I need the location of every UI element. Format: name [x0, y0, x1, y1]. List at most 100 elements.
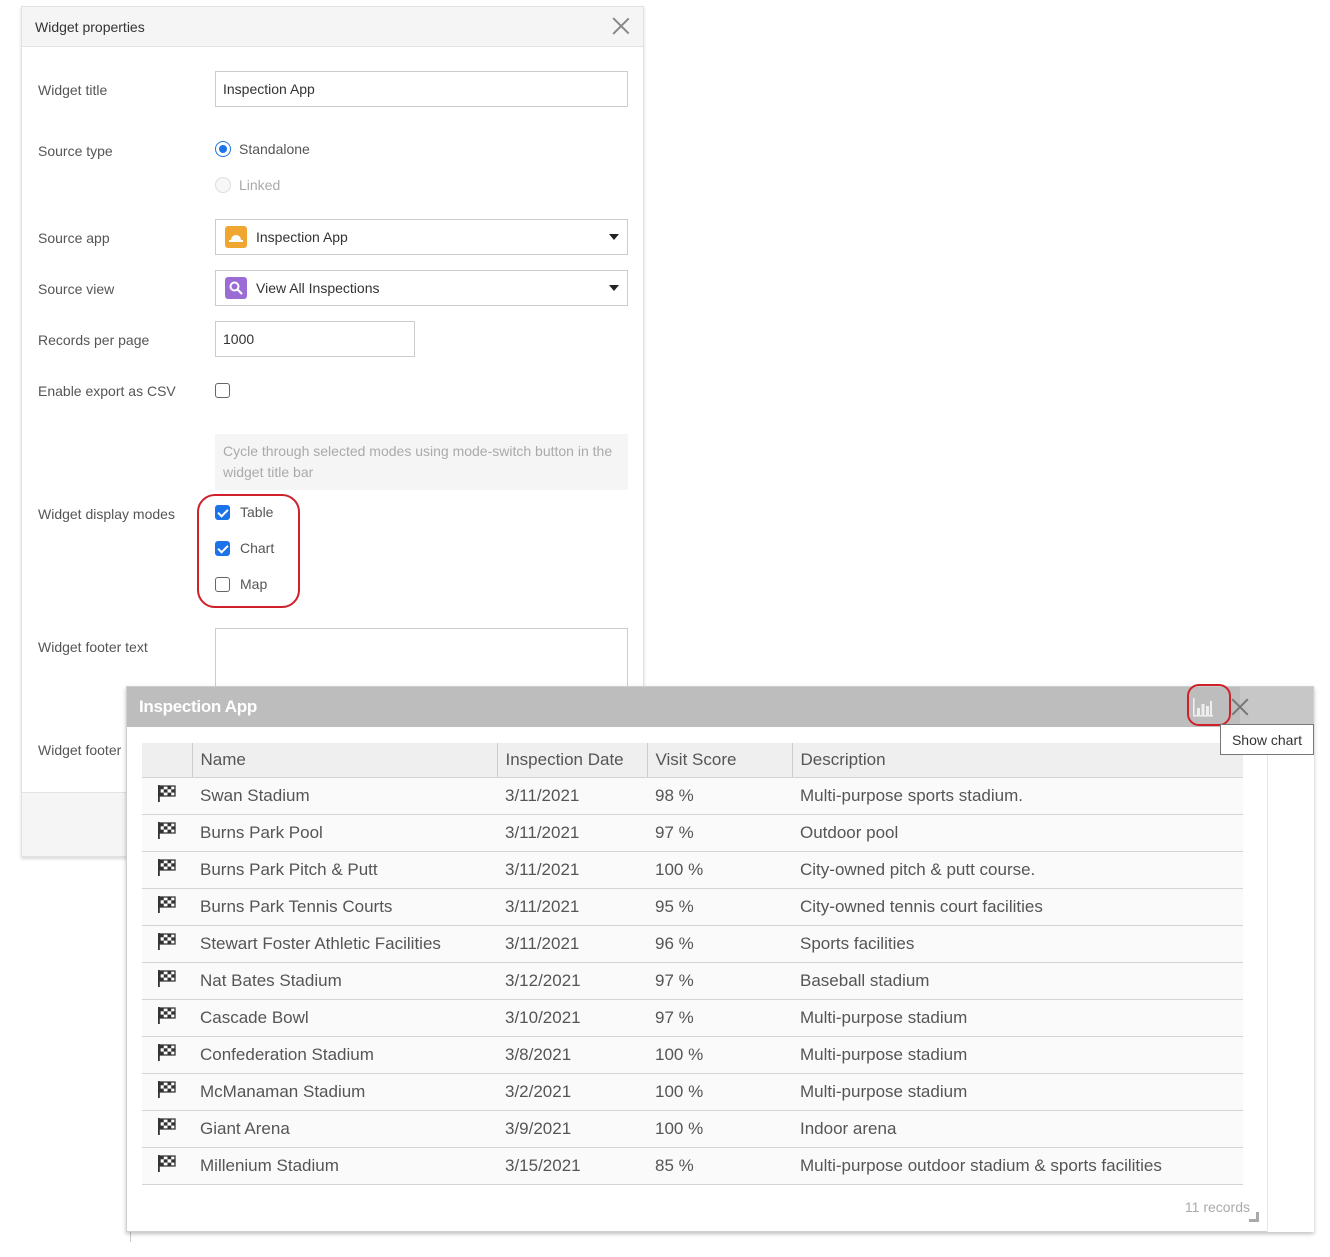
- cell-score: 97 %: [647, 962, 792, 1000]
- cell-name: Swan Stadium: [192, 777, 497, 815]
- widget-side-panel: [1267, 727, 1314, 1232]
- cell-score: 97 %: [647, 814, 792, 852]
- footer-link-label: Widget footer: [38, 742, 122, 758]
- dialog-header: Widget properties: [22, 7, 643, 47]
- cell-name: Burns Park Pool: [192, 814, 497, 852]
- cell-name: Burns Park Tennis Courts: [192, 888, 497, 926]
- table-header-row: Name Inspection Date Visit Score Descrip…: [142, 743, 1243, 778]
- cell-name: Confederation Stadium: [192, 1036, 497, 1074]
- cell-date: 3/2/2021: [497, 1073, 647, 1111]
- footer-text-label: Widget footer text: [38, 639, 148, 655]
- chevron-down-icon: [609, 234, 619, 240]
- table-row[interactable]: Burns Park Pool 3/11/2021 97 % Outdoor pool: [142, 814, 1243, 852]
- checkered-flag-icon[interactable]: [142, 814, 192, 852]
- radio-linked[interactable]: Linked: [215, 177, 280, 193]
- widget-title-bar: Inspection App: [127, 687, 1313, 727]
- cell-score: 95 %: [647, 888, 792, 926]
- inspection-table: Name Inspection Date Visit Score Descrip…: [142, 743, 1243, 1185]
- cell-description: Multi-purpose sports stadium.: [792, 777, 1243, 815]
- cell-date: 3/11/2021: [497, 851, 647, 889]
- close-icon[interactable]: [611, 16, 631, 36]
- cell-description: Outdoor pool: [792, 814, 1243, 852]
- dialog-title: Widget properties: [35, 18, 145, 35]
- column-header-score[interactable]: Visit Score: [647, 743, 793, 778]
- close-icon[interactable]: [1231, 698, 1249, 716]
- radio-indicator[interactable]: [215, 177, 231, 193]
- cell-date: 3/11/2021: [497, 888, 647, 926]
- checkered-flag-icon[interactable]: [142, 851, 192, 889]
- cell-score: 96 %: [647, 925, 792, 963]
- table-row[interactable]: Burns Park Tennis Courts 3/11/2021 95 % Cit…: [142, 888, 1243, 926]
- column-header-name[interactable]: Name: [192, 743, 498, 778]
- record-count: 11 records: [1184, 1199, 1250, 1215]
- cell-score: 100 %: [647, 1073, 792, 1111]
- widget-shadow: [130, 1232, 1312, 1242]
- table-row[interactable]: Swan Stadium 3/11/2021 98 % Multi-purpose s…: [142, 777, 1243, 815]
- cell-name: Stewart Foster Athletic Facilities: [192, 925, 497, 963]
- table-row[interactable]: Stewart Foster Athletic Facilities 3/11/2…: [142, 925, 1243, 963]
- source-view-select[interactable]: View All Inspections: [215, 270, 628, 306]
- cell-name: McManaman Stadium: [192, 1073, 497, 1111]
- highlight-annotation: [1187, 684, 1231, 726]
- checkbox-box[interactable]: [215, 383, 230, 398]
- checkered-flag-icon[interactable]: [142, 962, 192, 1000]
- enable-export-checkbox[interactable]: [215, 383, 240, 398]
- records-per-page-input[interactable]: 1000: [215, 321, 415, 357]
- cell-name: Millenium Stadium: [192, 1147, 497, 1185]
- table-row[interactable]: Giant Arena 3/9/2021 100 % Indoor arena: [142, 1110, 1243, 1148]
- checkered-flag-icon[interactable]: [142, 777, 192, 815]
- source-type-label: Source type: [38, 143, 113, 159]
- cell-description: Multi-purpose stadium: [792, 999, 1243, 1037]
- radio-standalone[interactable]: Standalone: [215, 141, 310, 157]
- cell-description: Multi-purpose stadium: [792, 1036, 1243, 1074]
- cell-date: 3/9/2021: [497, 1110, 647, 1148]
- source-view-label: Source view: [38, 281, 115, 297]
- search-icon: [225, 277, 247, 299]
- table-row[interactable]: Nat Bates Stadium 3/12/2021 97 % Baseball s…: [142, 962, 1243, 1000]
- column-header-description[interactable]: Description: [792, 743, 1243, 778]
- checkered-flag-icon[interactable]: [142, 1147, 192, 1185]
- display-modes-label: Widget display modes: [38, 506, 175, 522]
- cell-description: Multi-purpose outdoor stadium & sports f…: [792, 1147, 1243, 1185]
- chevron-down-icon: [609, 285, 619, 291]
- radio-indicator[interactable]: [215, 141, 231, 157]
- cell-date: 3/12/2021: [497, 962, 647, 1000]
- highlight-annotation: [197, 494, 300, 608]
- checkered-flag-icon[interactable]: [142, 925, 192, 963]
- cell-description: Multi-purpose stadium: [792, 1073, 1243, 1111]
- cell-name: Cascade Bowl: [192, 999, 497, 1037]
- cell-date: 3/15/2021: [497, 1147, 647, 1185]
- cell-description: Sports facilities: [792, 925, 1243, 963]
- widget-title-label: Widget title: [38, 82, 108, 98]
- checkered-flag-icon[interactable]: [142, 999, 192, 1037]
- table-row[interactable]: Burns Park Pitch & Putt 3/11/2021 100 % Cit…: [142, 851, 1243, 889]
- cell-date: 3/11/2021: [497, 814, 647, 852]
- table-row[interactable]: Confederation Stadium 3/8/2021 100 % Multi-…: [142, 1036, 1243, 1074]
- table-row[interactable]: Millenium Stadium 3/15/2021 85 % Multi-purp…: [142, 1147, 1243, 1185]
- records-per-page-label: Records per page: [38, 332, 150, 348]
- radio-label: Standalone: [239, 141, 310, 157]
- resize-handle[interactable]: [1249, 1212, 1259, 1222]
- column-header-icon[interactable]: [142, 743, 193, 778]
- cell-description: City-owned pitch & putt course.: [792, 851, 1243, 889]
- table-row[interactable]: Cascade Bowl 3/10/2021 97 % Multi-purpose s…: [142, 999, 1243, 1037]
- column-header-date[interactable]: Inspection Date: [497, 743, 648, 778]
- show-chart-tooltip: Show chart: [1220, 724, 1314, 755]
- cell-date: 3/11/2021: [497, 925, 647, 963]
- cell-date: 3/11/2021: [497, 777, 647, 815]
- cell-name: Giant Arena: [192, 1110, 497, 1148]
- cell-score: 85 %: [647, 1147, 792, 1185]
- table-row[interactable]: McManaman Stadium 3/2/2021 100 % Multi-purp…: [142, 1073, 1243, 1111]
- cell-description: City-owned tennis court facilities: [792, 888, 1243, 926]
- checkered-flag-icon[interactable]: [142, 888, 192, 926]
- cell-score: 100 %: [647, 1110, 792, 1148]
- widget-title: Inspection App: [139, 697, 257, 716]
- enable-export-label: Enable export as CSV: [38, 383, 176, 399]
- cell-name: Nat Bates Stadium: [192, 962, 497, 1000]
- hard-hat-icon: [225, 226, 247, 248]
- source-app-select[interactable]: Inspection App: [215, 219, 628, 255]
- widget-title-input[interactable]: Inspection App: [215, 71, 628, 107]
- checkered-flag-icon[interactable]: [142, 1110, 192, 1148]
- checkered-flag-icon[interactable]: [142, 1036, 192, 1074]
- checkered-flag-icon[interactable]: [142, 1073, 192, 1111]
